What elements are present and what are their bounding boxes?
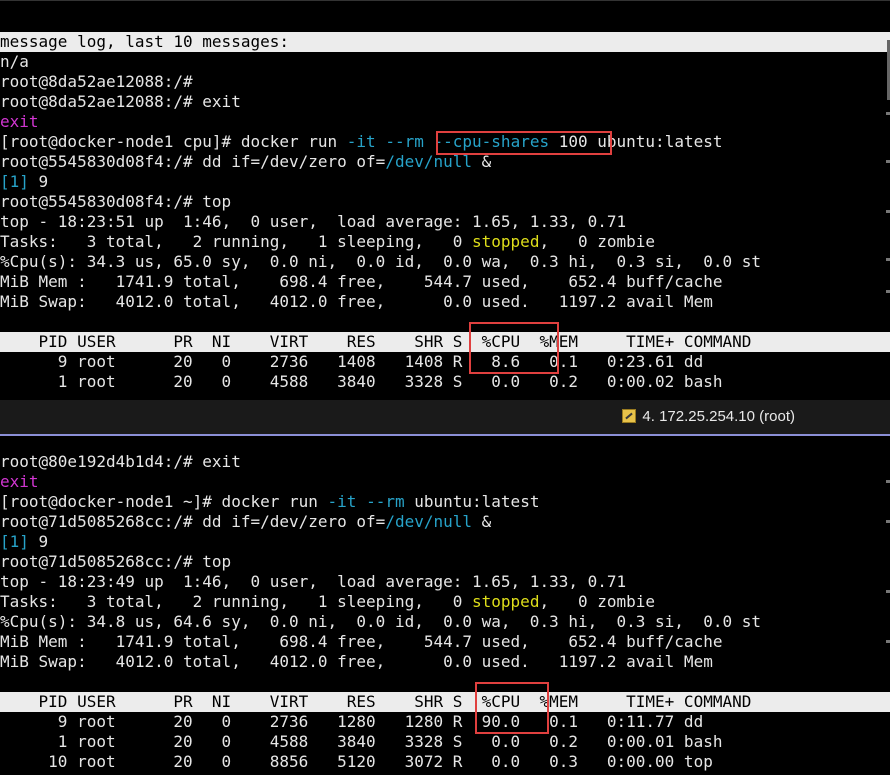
terminal-header-line: PID USER PR NI VIRT RES SHR S %CPU %MEM … bbox=[0, 692, 890, 712]
terminal-line: n/a bbox=[0, 52, 29, 71]
terminal-line: Tasks: 3 total, 2 running, 1 sleeping, 0… bbox=[0, 232, 655, 252]
terminal-line: top - 18:23:51 up 1:46, 0 user, load ave… bbox=[0, 212, 627, 231]
terminal-line: [root@docker-node1 ~]# docker run -it --… bbox=[0, 492, 539, 512]
terminal-text-segment: -it bbox=[346, 132, 376, 151]
terminal-pane-top[interactable]: message log, last 10 messages: n/a root@8d… bbox=[0, 0, 890, 400]
terminal-line: [1] 9 bbox=[0, 172, 48, 192]
terminal-line: MiB Mem : 1741.9 total, 698.4 free, 544.… bbox=[0, 272, 723, 291]
terminal-line: root@71d5085268cc:/# dd if=/dev/zero of=… bbox=[0, 512, 491, 532]
terminal-line: 10 root 20 0 8856 5120 3072 R 0.0 0.3 0:… bbox=[0, 752, 713, 771]
terminal-pane-bottom[interactable]: root@80e192d4b1d4:/# exit exit [root@docke… bbox=[0, 440, 890, 775]
terminal-text-segment: , 0 zombie bbox=[539, 592, 656, 611]
scrollbar-mark bbox=[886, 258, 890, 261]
terminal-line: MiB Swap: 4012.0 total, 4012.0 free, 0.0… bbox=[0, 292, 713, 311]
terminal-line: root@71d5085268cc:/# top bbox=[0, 552, 232, 571]
terminal-line: 1 root 20 0 4588 3840 3328 S 0.0 0.2 0:0… bbox=[0, 372, 723, 391]
terminal-text-segment: Tasks: 3 total, 2 running, 1 sleeping, 0 bbox=[0, 592, 473, 611]
scrollbar-mark bbox=[886, 112, 890, 115]
terminal-text-segment: --rm bbox=[385, 132, 424, 151]
terminal-line: 1 root 20 0 4588 3840 3328 S 0.0 0.2 0:0… bbox=[0, 732, 723, 751]
terminal-line: MiB Mem : 1741.9 total, 698.4 free, 544.… bbox=[0, 632, 723, 651]
scrollbar-mark bbox=[886, 160, 890, 163]
terminal-text-segment: --rm bbox=[366, 492, 405, 511]
cpu-column-highlight-box-bottom bbox=[475, 682, 549, 734]
terminal-text-segment: [1] bbox=[0, 172, 29, 191]
terminal-text-segment: stopped bbox=[472, 592, 540, 611]
terminal-text-segment: 9 bbox=[28, 172, 49, 191]
terminal-line: 9 root 20 0 2736 1280 1280 R 90.0 0.1 0:… bbox=[0, 712, 704, 731]
session-tab[interactable]: 4. 172.25.254.10 (root) bbox=[622, 407, 795, 427]
terminal-text-segment: ubuntu:latest bbox=[404, 492, 540, 511]
terminal-line: %Cpu(s): 34.8 us, 64.6 sy, 0.0 ni, 0.0 i… bbox=[0, 612, 761, 631]
terminal-text-segment: /dev/null bbox=[385, 512, 473, 531]
terminal-line: [1] 9 bbox=[0, 532, 48, 552]
terminal-line: Tasks: 3 total, 2 running, 1 sleeping, 0… bbox=[0, 592, 655, 612]
terminal-line: MiB Swap: 4012.0 total, 4012.0 free, 0.0… bbox=[0, 652, 713, 671]
terminal-text-segment: stopped bbox=[472, 232, 540, 251]
terminal-line: [root@docker-node1 cpu]# docker run -it … bbox=[0, 132, 722, 152]
terminal-line: root@8da52ae12088:/# bbox=[0, 72, 193, 91]
terminal-line: root@5545830d08f4:/# dd if=/dev/zero of=… bbox=[0, 152, 491, 172]
session-tab-label: 4. 172.25.254.10 (root) bbox=[642, 408, 795, 425]
terminal-text-segment: [root@docker-node1 ~]# docker run bbox=[0, 492, 328, 511]
scrollbar-mark bbox=[886, 290, 890, 293]
terminal-text-segment: root@71d5085268cc:/# dd if=/dev/zero of= bbox=[0, 512, 386, 531]
terminal-line: 9 root 20 0 2736 1408 1408 R 8.6 0.1 0:2… bbox=[0, 352, 704, 371]
scrollbar-mark bbox=[886, 480, 890, 483]
terminal-text-segment: -it bbox=[327, 492, 357, 511]
terminal-line: root@80e192d4b1d4:/# exit bbox=[0, 452, 241, 471]
terminal-line: exit bbox=[0, 112, 39, 131]
terminal-text-segment: [root@docker-node1 cpu]# docker run bbox=[0, 132, 347, 151]
terminal-line: %Cpu(s): 34.3 us, 65.0 sy, 0.0 ni, 0.0 i… bbox=[0, 252, 761, 271]
scrollbar-mark bbox=[886, 590, 890, 593]
terminal-line: root@8da52ae12088:/# exit bbox=[0, 92, 241, 111]
scrollbar-mark bbox=[886, 520, 890, 523]
terminal-text-segment: , 0 zombie bbox=[539, 232, 656, 251]
terminal-text-segment: root@5545830d08f4:/# dd if=/dev/zero of= bbox=[0, 152, 386, 171]
terminal-line: top - 18:23:49 up 1:46, 0 user, load ave… bbox=[0, 572, 627, 591]
terminal-text-segment: [1] bbox=[0, 532, 29, 551]
terminal-header-line: message log, last 10 messages: bbox=[0, 32, 890, 52]
cpu-column-highlight-box-top bbox=[469, 322, 559, 374]
terminal-key-icon bbox=[622, 409, 637, 423]
terminal-text-segment: Tasks: 3 total, 2 running, 1 sleeping, 0 bbox=[0, 232, 473, 251]
terminal-line: exit bbox=[0, 472, 39, 491]
scrollbar-mark bbox=[886, 640, 890, 643]
terminal-header-line: PID USER PR NI VIRT RES SHR S %CPU %MEM … bbox=[0, 332, 890, 352]
terminal-line: root@5545830d08f4:/# top bbox=[0, 192, 232, 211]
terminal-tab-bar[interactable]: 4. 172.25.254.10 (root) bbox=[0, 400, 890, 436]
terminal-text-segment: & bbox=[472, 512, 492, 531]
cpu-shares-highlight-box bbox=[436, 131, 612, 155]
terminal-top-strip bbox=[0, 0, 890, 31]
scrollbar-mark bbox=[886, 210, 890, 213]
terminal-text-segment: 9 bbox=[28, 532, 49, 551]
